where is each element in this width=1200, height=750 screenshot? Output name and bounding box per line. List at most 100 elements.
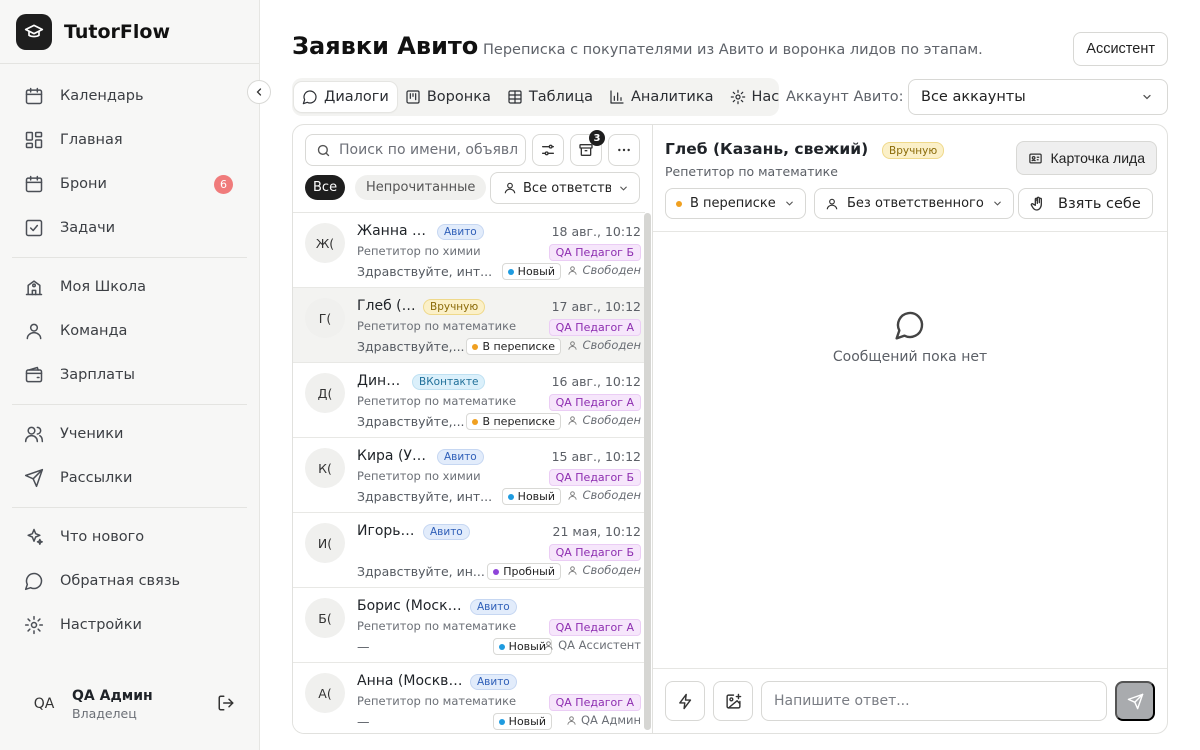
reply-box[interactable]	[761, 681, 1107, 721]
tab-0[interactable]: Диалоги	[294, 82, 397, 112]
list-item[interactable]: К(Кира (Уфа, свеж... Авито 15 авг., 10:12 Р…	[293, 438, 645, 513]
status-dot	[498, 718, 505, 725]
source-badge: Авито	[470, 599, 517, 615]
scrollbar-thumb[interactable]	[644, 213, 651, 730]
status-badge: Новый	[501, 263, 561, 280]
list-item[interactable]: Г(Глеб (Казань, ... Вручную 17 авг., 10:12…	[293, 288, 645, 363]
lead-subject: Репетитор по химии	[357, 469, 481, 483]
status-badge: В переписке	[466, 413, 561, 430]
sidebar-item-label: Рассылки	[60, 470, 133, 486]
view-tabs: Диалоги Воронка Таблица Аналитика Нас	[292, 80, 779, 114]
logout-icon[interactable]	[217, 694, 235, 712]
list-item[interactable]: Ж(Жанна (СПб, св... Авито 18 авг., 10:12 Ре…	[293, 213, 645, 288]
avatar: Ж(	[305, 223, 345, 263]
chevron-down-icon	[994, 201, 1001, 206]
source-badge: Авито	[470, 674, 517, 690]
calendar-icon	[25, 175, 43, 193]
filter-settings-button[interactable]	[532, 134, 564, 166]
sidebar-item-2-1[interactable]: Рассылки	[12, 456, 247, 500]
status-badge: Новый	[501, 488, 561, 505]
responsible-filter[interactable]: Все ответственные	[490, 172, 640, 204]
main-content: Заявки Авито Переписка с покупателями из…	[260, 0, 1200, 750]
user-icon	[504, 182, 516, 194]
sidebar-item-1-0[interactable]: Моя Школа	[12, 265, 247, 309]
lightning-icon	[678, 693, 691, 709]
table-icon	[508, 90, 522, 104]
teacher-badge: QA Педагог Б	[548, 469, 641, 486]
page-subtitle: Переписка с покупателями из Авито и воро…	[483, 42, 983, 58]
quick-replies-button[interactable]	[665, 681, 705, 721]
sidebar-item-0-3[interactable]: Задачи	[12, 206, 247, 250]
status-dot	[498, 643, 505, 650]
assignee: Свободен	[567, 488, 641, 502]
responsible-select[interactable]: Без ответственного	[814, 188, 1014, 219]
lead-name: Борис (Москва, месяц)	[357, 598, 464, 614]
sidebar-item-3-2[interactable]: Настройки	[12, 603, 247, 647]
account-select-value: Все аккаунты	[921, 89, 1026, 105]
source-badge: Авито	[437, 224, 484, 240]
sidebar-item-1-2[interactable]: Зарплаты	[12, 353, 247, 397]
source-badge: Авито	[437, 449, 484, 465]
tab-3[interactable]: Аналитика	[601, 82, 722, 112]
sidebar-item-label: Команда	[60, 323, 128, 339]
nav-group: Моя Школа Команда Зарплаты	[0, 265, 259, 397]
list-scrollbar[interactable]	[644, 213, 651, 730]
status-label: В переписке	[482, 340, 555, 353]
account-label: Аккаунт Авито:	[786, 89, 904, 105]
avatar: Б(	[305, 598, 345, 638]
status-label: Новый	[517, 265, 555, 278]
assignee-name: Свободен	[582, 563, 641, 577]
assignee: QA Ассистент	[543, 638, 641, 652]
assignee: Свободен	[567, 263, 641, 277]
notification-badge: 6	[214, 175, 233, 194]
tab-4[interactable]: Нас	[722, 82, 779, 112]
sparkles-icon	[27, 528, 43, 545]
assignee: Свободен	[567, 338, 641, 352]
list-item[interactable]: И(Игорь (Уфа, ста... Авито 21 мая, 10:12 QA…	[293, 513, 645, 588]
chat-bubble-icon	[24, 572, 43, 591]
user-icon	[568, 340, 578, 350]
timestamp: 21 мая, 10:12	[552, 524, 641, 539]
send-button[interactable]	[1115, 681, 1155, 721]
checkbox-icon	[25, 219, 43, 237]
filter-unread[interactable]: Непрочитанные	[355, 175, 487, 200]
stage-select[interactable]: В переписке	[665, 188, 806, 219]
list-item[interactable]: Д(Дина (без го... ВКонтакте 16 авг., 10:12…	[293, 363, 645, 438]
lead-name: Жанна (СПб, св...	[357, 223, 431, 239]
tab-1[interactable]: Воронка	[397, 82, 499, 112]
sidebar-item-0-0[interactable]: Календарь	[12, 74, 247, 118]
list-item[interactable]: Б(Борис (Москва, месяц) Авито Репетитор по…	[293, 588, 645, 663]
account-select[interactable]: Все аккаунты	[908, 79, 1168, 115]
take-lead-button[interactable]: Взять себе	[1018, 188, 1153, 219]
sidebar-item-3-1[interactable]: Обратная связь	[12, 559, 247, 603]
school-icon	[25, 280, 43, 296]
nav-divider	[12, 257, 247, 258]
tab-2[interactable]: Таблица	[499, 82, 601, 112]
page-title: Заявки Авито	[292, 32, 479, 60]
user-profile[interactable]: QA QA Админ Владелец	[12, 678, 247, 730]
source-badge: ВКонтакте	[412, 374, 486, 390]
tab-label: Диалоги	[324, 89, 389, 105]
lead-card-button[interactable]: Карточка лида	[1015, 141, 1157, 175]
assistant-button[interactable]: Ассистент	[1073, 32, 1168, 66]
sidebar-item-label: Ученики	[60, 426, 124, 442]
sidebar-item-label: Календарь	[60, 88, 144, 104]
attach-image-button[interactable]	[713, 681, 753, 721]
sidebar-item-0-1[interactable]: Главная	[12, 118, 247, 162]
filter-all[interactable]: Все	[305, 175, 346, 200]
search-input[interactable]	[339, 142, 519, 158]
sidebar-item-3-0[interactable]: Что нового	[12, 515, 247, 559]
lead-name: Дина (без го...	[357, 373, 406, 389]
search-box[interactable]	[305, 134, 526, 166]
sidebar-item-2-0[interactable]: Ученики	[12, 412, 247, 456]
brand[interactable]: TutorFlow	[0, 0, 259, 64]
chevron-left-icon	[256, 88, 262, 96]
avatar: А(	[305, 673, 345, 713]
lead-name: Глеб (Казань, ...	[357, 298, 417, 314]
collapse-sidebar-button[interactable]	[247, 80, 271, 104]
reply-input[interactable]	[774, 693, 1094, 709]
sidebar-item-1-1[interactable]: Команда	[12, 309, 247, 353]
sidebar-item-0-2[interactable]: Брони 6	[12, 162, 247, 206]
list-item[interactable]: А(Анна (Москва, свежая) Авито Репетитор по…	[293, 663, 645, 733]
more-button[interactable]	[608, 134, 640, 166]
